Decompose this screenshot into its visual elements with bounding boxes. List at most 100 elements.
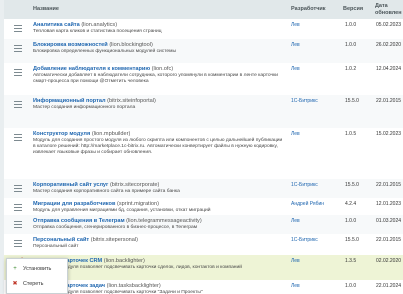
table-header: Название Разработчик Версия Дата обновле…: [4, 0, 403, 20]
module-title[interactable]: Блокировка возможностей (lion.blockingto…: [33, 42, 153, 48]
module-developer[interactable]: Лев: [291, 131, 300, 137]
module-description: Функционал модуля позволяет подсвечивать…: [33, 265, 242, 270]
module-updated: 12.04.2024: [376, 66, 402, 72]
module-description: Модуль для управления миграциями бд, соз…: [33, 208, 211, 213]
module-version: 1.0.0: [345, 22, 357, 28]
module-updated: 01.03.2024: [376, 218, 402, 224]
table-row[interactable]: Персональный сайт (bitrix.sitepersonal) П…: [4, 234, 403, 256]
module-updated: 26.02.2020: [376, 42, 402, 48]
column-header-updated[interactable]: Дата обновлен: [375, 0, 403, 19]
module-name[interactable]: Персональный сайт: [33, 237, 89, 243]
row-menu-icon[interactable]: [14, 204, 22, 211]
row-menu-icon[interactable]: [14, 134, 22, 141]
module-developer[interactable]: Лев: [291, 66, 300, 72]
module-code: (lion.analytics): [81, 22, 118, 28]
menu-item-delete-label: Стереть: [23, 280, 44, 287]
module-code: (lion.blockingtool): [109, 42, 153, 48]
menu-item-install-label: Установить: [23, 265, 52, 272]
module-code: (lion.mpbuilder): [91, 131, 131, 137]
module-description: Автоматически добавляет в наблюдатели со…: [33, 73, 278, 84]
module-developer[interactable]: Лев: [291, 42, 300, 48]
module-version: 1.3.5: [345, 258, 357, 264]
module-name[interactable]: Информационный портал: [33, 98, 106, 104]
module-code: (bitrix.sitеinfoportal): [107, 98, 156, 104]
table-row[interactable]: Добавление наблюдателя к комментарию (li…: [4, 63, 403, 96]
module-name[interactable]: Корпоративный сайт услуг: [33, 182, 108, 188]
row-menu-icon[interactable]: [14, 240, 22, 247]
module-code: (bitrix.sitecorporate): [109, 182, 160, 188]
module-updated: 22.01.2015: [376, 98, 402, 104]
row-menu-icon[interactable]: [14, 69, 22, 76]
module-code: (lion.telegrammessageactivity): [126, 218, 202, 224]
module-developer[interactable]: 1С-Битрикс: [291, 98, 318, 104]
module-version: 15.5.0: [345, 237, 359, 243]
module-description: Персональный сайт: [33, 244, 79, 249]
module-code: (sprint.migration): [116, 201, 159, 207]
module-title[interactable]: Корпоративный сайт услуг (bitrix.sitecor…: [33, 182, 159, 188]
module-updated: 22.01.2015: [376, 182, 402, 188]
menu-item-install[interactable]: + Установить: [7, 261, 67, 276]
table-row[interactable]: Миграции для разработчиков (sprint.migra…: [4, 198, 403, 216]
table-row[interactable]: Аналитика сайта (lion.analytics) Тепловая…: [4, 19, 403, 40]
column-header-developer[interactable]: Разработчик: [291, 0, 326, 19]
module-name[interactable]: Конструктор модуля: [33, 131, 90, 137]
module-developer[interactable]: Андрей Рябин: [291, 201, 324, 207]
module-developer[interactable]: Лев: [291, 218, 300, 224]
module-description: Функционал модуля позволяет подсвечивать…: [33, 290, 203, 294]
module-name[interactable]: Отправка сообщения в Телеграм: [33, 218, 125, 224]
module-code: (bitrix.sitepersonal): [90, 237, 139, 243]
module-description: Модуль для создания простого модуля из л…: [33, 138, 283, 155]
install-icon: +: [13, 265, 17, 272]
module-code: (lion.ofc): [151, 66, 174, 72]
row-menu-icon[interactable]: [14, 45, 22, 52]
column-header-version[interactable]: Версия: [343, 0, 363, 19]
module-developer[interactable]: Лев: [291, 258, 300, 264]
module-developer[interactable]: 1С-Битрикс: [291, 182, 318, 188]
module-name[interactable]: Добавление наблюдателя к комментарию: [33, 66, 150, 72]
module-code: (lion.tasksbacklighter): [106, 283, 161, 289]
module-version: 15.5.0: [345, 98, 359, 104]
row-menu-icon[interactable]: [14, 185, 22, 192]
module-title[interactable]: Миграции для разработчиков (sprint.migra…: [33, 201, 159, 207]
module-version: 1.0.0: [345, 42, 357, 48]
module-title[interactable]: Конструктор модуля (lion.mpbuilder): [33, 131, 130, 137]
row-menu-icon[interactable]: [14, 221, 22, 228]
module-description: Мастер создания корпоративного сайта на …: [33, 189, 180, 194]
module-code: (lion.backlighter): [103, 258, 145, 264]
module-name[interactable]: Миграции для разработчиков: [33, 201, 115, 207]
module-title[interactable]: Информационный портал (bitrix.sitеinfopo…: [33, 98, 156, 104]
module-description: Мастер создания информационного портала: [33, 105, 136, 110]
module-version: 4.2.4: [345, 201, 357, 207]
column-header-name[interactable]: Название: [33, 0, 59, 19]
module-title[interactable]: Аналитика сайта (lion.analytics): [33, 22, 117, 28]
module-updated: 12.01.2023: [376, 201, 402, 207]
row-context-menu: + Установить ✖ Стереть: [6, 258, 68, 294]
row-menu-icon[interactable]: [14, 25, 22, 32]
row-menu-icon[interactable]: [14, 101, 22, 108]
table-row[interactable]: Блокировка возможностей (lion.blockingto…: [4, 39, 403, 64]
module-updated: 02.02.2020: [376, 258, 402, 264]
modules-table: Название Разработчик Версия Дата обновле…: [4, 0, 403, 294]
module-title[interactable]: Персональный сайт (bitrix.sitepersonal): [33, 237, 138, 243]
module-description: Отправка сообщения, сгенерированного в б…: [33, 225, 198, 230]
table-row[interactable]: Отправка сообщения в Телеграм (lion.tele…: [4, 215, 403, 235]
module-version: 1.0.0: [345, 283, 357, 289]
module-developer[interactable]: Лев: [291, 283, 300, 289]
delete-icon: ✖: [12, 281, 18, 287]
module-title[interactable]: Отправка сообщения в Телеграм (lion.tele…: [33, 218, 202, 224]
module-description: Блокировка определенных функциональных м…: [33, 49, 177, 54]
menu-item-delete[interactable]: ✖ Стереть: [7, 276, 67, 291]
module-title[interactable]: Добавление наблюдателя к комментарию (li…: [33, 66, 173, 72]
table-row[interactable]: Информационный портал (bitrix.sitеinfopo…: [4, 95, 403, 129]
module-name[interactable]: Аналитика сайта: [33, 22, 80, 28]
module-version: 1.0.0: [345, 218, 357, 224]
table-row[interactable]: Корпоративный сайт услуг (bitrix.sitecor…: [4, 179, 403, 199]
table-row[interactable]: Конструктор модуля (lion.mpbuilder) Модул…: [4, 128, 403, 180]
module-updated: 15.02.2023: [376, 131, 402, 137]
module-developer[interactable]: Лев: [291, 22, 300, 28]
module-name[interactable]: Блокировка возможностей: [33, 42, 108, 48]
module-description: Тепловая карта кликов и статистика посещ…: [33, 29, 162, 34]
module-updated: 05.02.2023: [376, 22, 402, 28]
module-updated: 22.01.2024: [376, 283, 402, 289]
module-developer[interactable]: 1С-Битрикс: [291, 237, 318, 243]
